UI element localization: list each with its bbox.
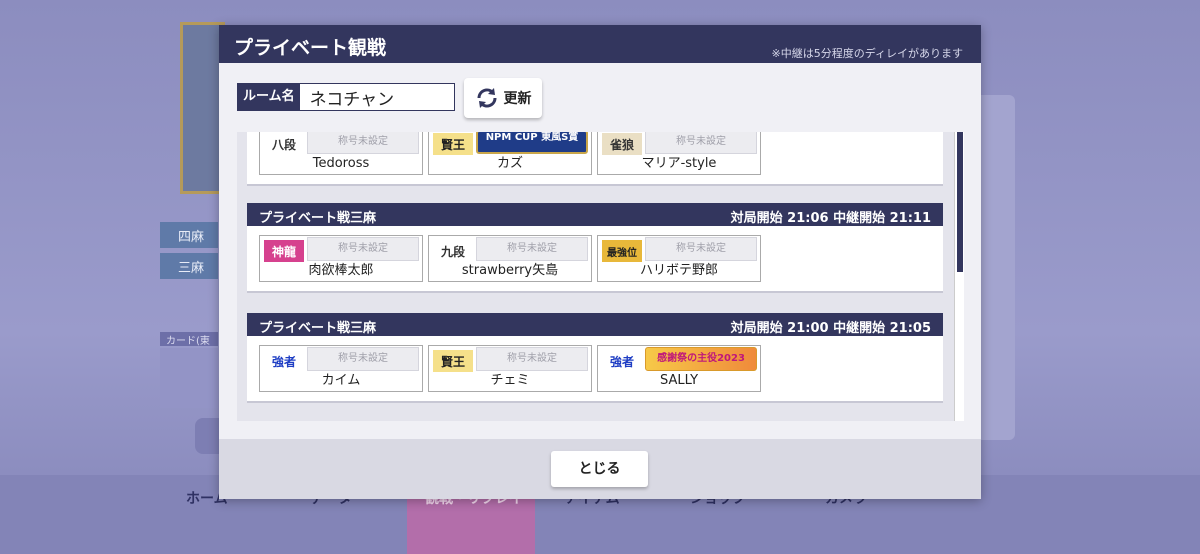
player-card[interactable]: 雀狼 称号未設定 マリア-style <box>597 132 761 175</box>
player-title: 称号未設定 <box>645 132 757 154</box>
rank-badge: 強者 <box>609 354 634 369</box>
player-title: 称号未設定 <box>476 237 588 261</box>
refresh-label: 更新 <box>503 91 532 107</box>
player-card[interactable]: 強者 感謝祭の主役2023 SALLY <box>597 345 761 392</box>
room-name-label: ルーム名 <box>237 83 299 111</box>
refresh-icon <box>477 88 496 108</box>
player-row: 強者 称号未設定 カイム 賢王 称号未設定 チェミ 強者 感謝祭の主役2023 … <box>247 336 943 401</box>
match-name: プライベート戦三麻 <box>259 211 377 226</box>
delay-note: ※中継は5分程度のディレイがあります <box>771 47 963 60</box>
player-card[interactable]: 最強位 称号未設定 ハリボテ野郎 <box>597 235 761 282</box>
player-card[interactable]: 強者 称号未設定 カイム <box>259 345 423 392</box>
player-title: 称号未設定 <box>307 237 419 261</box>
player-title: 称号未設定 <box>307 347 419 371</box>
player-name: Tedoross <box>312 156 370 171</box>
player-title: 称号未設定 <box>476 347 588 371</box>
player-name: マリア-style <box>641 156 717 171</box>
match-name: プライベート戦三麻 <box>259 321 377 336</box>
player-card[interactable]: 賢王 NPM CUP 東風S賞 カズ <box>428 132 592 175</box>
player-name: 肉欲棒太郎 <box>308 263 374 278</box>
modal-header: プライベート観戦 ※中継は5分程度のディレイがあります <box>219 25 981 63</box>
player-name: チェミ <box>490 373 530 388</box>
rank-badge: 八段 <box>271 137 296 152</box>
bg-mode-three: 三麻 <box>160 253 218 279</box>
match-header: プライベート戦三麻 対局開始 21:06 中継開始 21:11 <box>247 203 943 226</box>
match-time: 対局開始 21:06 中継開始 21:11 <box>730 211 931 226</box>
player-row: 神龍 称号未設定 肉欲棒太郎 九段 称号未設定 strawberry矢島 最強位… <box>247 226 943 291</box>
refresh-button[interactable]: 更新 <box>464 78 542 118</box>
bg-card-box <box>160 348 218 408</box>
match-time: 対局開始 21:00 中継開始 21:05 <box>730 321 931 336</box>
room-name-row: ルーム名 ネコチャン <box>237 83 455 111</box>
player-title: 称号未設定 <box>645 237 757 261</box>
player-card[interactable]: 賢王 称号未設定 チェミ <box>428 345 592 392</box>
player-card[interactable]: 神龍 称号未設定 肉欲棒太郎 <box>259 235 423 282</box>
bg-card-label: カード(東 <box>160 332 218 347</box>
close-button[interactable]: とじる <box>551 451 648 487</box>
match-list[interactable]: 八段 称号未設定 Tedoross 賢王 NPM CUP 東風S賞 カズ 雀狼 … <box>237 132 964 421</box>
player-title: 称号未設定 <box>307 132 419 154</box>
player-card[interactable]: 九段 称号未設定 strawberry矢島 <box>428 235 592 282</box>
player-name: SALLY <box>659 373 699 388</box>
private-watch-modal: プライベート観戦 ※中継は5分程度のディレイがあります ルーム名 ネコチャン 更… <box>219 25 981 499</box>
list-scrollbar[interactable] <box>954 132 964 421</box>
room-name-input[interactable]: ネコチャン <box>298 83 455 111</box>
player-row: 八段 称号未設定 Tedoross 賢王 NPM CUP 東風S賞 カズ 雀狼 … <box>247 132 943 184</box>
bg-right-panel <box>980 95 1015 440</box>
player-card[interactable]: 八段 称号未設定 Tedoross <box>259 132 423 175</box>
player-name: ハリボテ野郎 <box>639 263 718 278</box>
player-name: カズ <box>496 156 523 171</box>
player-title-badge: NPM CUP 東風S賞 <box>476 132 588 154</box>
match-card: プライベート戦三麻 対局開始 21:00 中継開始 21:05 強者 称号未設定… <box>247 313 943 401</box>
scroll-thumb[interactable] <box>957 132 963 272</box>
match-card: 八段 称号未設定 Tedoross 賢王 NPM CUP 東風S賞 カズ 雀狼 … <box>247 132 943 184</box>
player-name: カイム <box>321 373 361 388</box>
match-header: プライベート戦三麻 対局開始 21:00 中継開始 21:05 <box>247 313 943 336</box>
player-name: strawberry矢島 <box>461 263 559 278</box>
player-title-badge: 感謝祭の主役2023 <box>645 347 757 371</box>
match-card: プライベート戦三麻 対局開始 21:06 中継開始 21:11 神龍 称号未設定… <box>247 203 943 291</box>
bg-mode-four: 四麻 <box>160 222 218 248</box>
modal-title: プライベート観戦 <box>234 37 387 59</box>
